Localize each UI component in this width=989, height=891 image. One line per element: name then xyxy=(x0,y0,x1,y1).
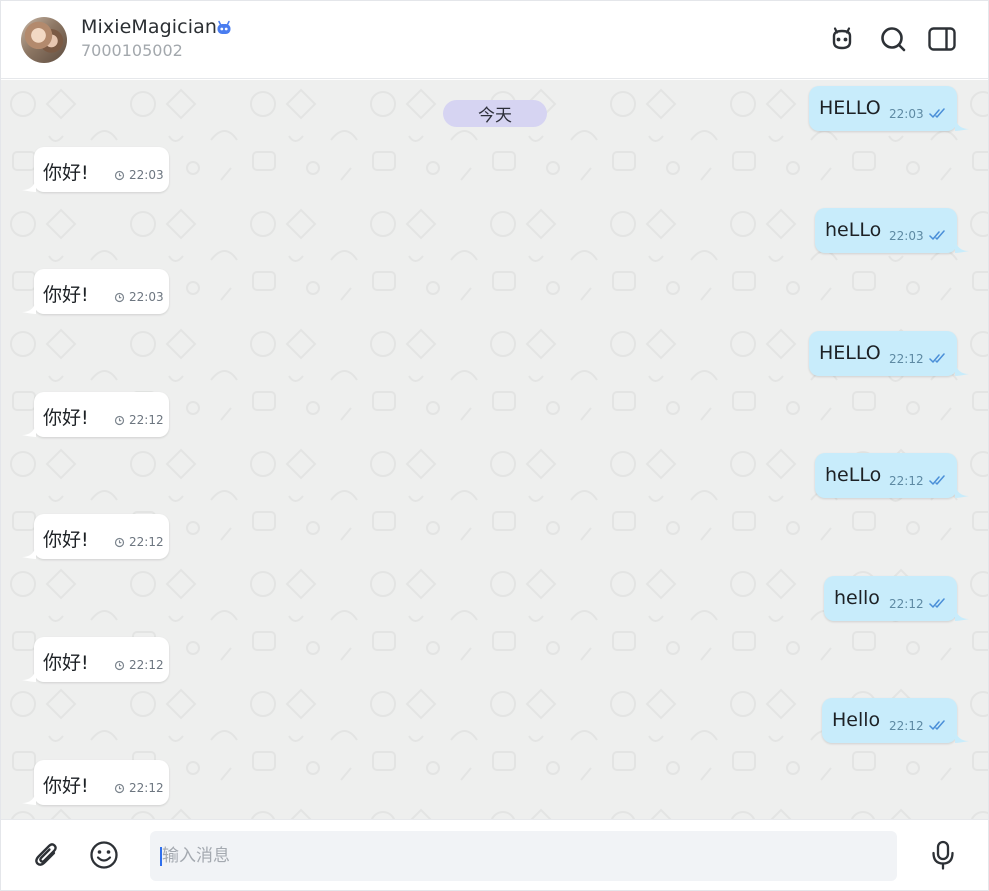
message-text: hello xyxy=(834,587,880,609)
robot-icon xyxy=(832,27,852,50)
double-check-icon xyxy=(929,475,945,485)
double-check-icon xyxy=(929,230,945,240)
message-text: HELLO xyxy=(819,342,881,364)
message-input[interactable] xyxy=(162,831,882,881)
avatar[interactable] xyxy=(21,17,67,63)
message-time: 22:12 xyxy=(889,352,924,366)
message-time: 22:12 xyxy=(129,535,164,549)
message-incoming[interactable]: 你好! 22:12 xyxy=(22,637,169,682)
message-incoming[interactable]: 你好! 22:12 xyxy=(22,392,169,437)
chat-window: MixieMagician 7000105002 今天 HELLO 22:03 … xyxy=(0,0,989,891)
message-time: 22:12 xyxy=(129,413,164,427)
message-text: 你好! xyxy=(43,529,89,551)
paperclip-icon xyxy=(35,843,57,866)
message-outgoing[interactable]: HELLO 22:12 xyxy=(809,331,969,376)
double-check-icon xyxy=(929,108,945,118)
side-panel-icon xyxy=(928,27,956,51)
double-check-icon xyxy=(929,720,945,730)
message-outgoing[interactable]: hello 22:12 xyxy=(824,576,969,621)
emoji-icon xyxy=(90,841,118,869)
robot-badge-icon xyxy=(215,19,233,37)
message-text: 你好! xyxy=(43,162,89,184)
message-incoming[interactable]: 你好! 22:12 xyxy=(22,760,169,805)
side-panel-button[interactable] xyxy=(926,23,958,55)
clock-icon xyxy=(114,783,125,794)
bubble-tail xyxy=(22,423,36,437)
message-text: 你好! xyxy=(43,775,89,797)
bubble-tail xyxy=(22,178,36,192)
message-incoming[interactable]: 你好! 22:03 xyxy=(22,269,169,314)
bubble-tail xyxy=(955,362,969,376)
message-text: heLLo xyxy=(825,464,882,486)
clock-icon xyxy=(114,415,125,426)
bubble-tail xyxy=(22,300,36,314)
attach-button[interactable] xyxy=(30,838,64,872)
message-incoming[interactable]: 你好! 22:03 xyxy=(22,147,169,192)
message-composer xyxy=(1,819,988,890)
bubble-tail xyxy=(22,791,36,805)
bubble-tail xyxy=(955,117,969,131)
message-outgoing[interactable]: HELLO 22:03 xyxy=(809,86,969,131)
message-outgoing[interactable]: Hello 22:12 xyxy=(822,698,969,743)
message-outgoing[interactable]: heLLo 22:12 xyxy=(815,453,969,498)
microphone-icon xyxy=(932,840,954,870)
message-time: 22:12 xyxy=(889,719,924,733)
message-text: 你好! xyxy=(43,407,89,429)
clock-icon xyxy=(114,660,125,671)
message-time: 22:12 xyxy=(889,474,924,488)
message-time: 22:12 xyxy=(129,781,164,795)
message-text: Hello xyxy=(832,709,881,731)
search-icon xyxy=(881,27,906,52)
message-time: 22:03 xyxy=(889,229,924,243)
message-outgoing[interactable]: heLLo 22:03 xyxy=(815,208,969,253)
message-time: 22:03 xyxy=(129,168,164,182)
contact-id: 7000105002 xyxy=(81,41,183,60)
emoji-button[interactable] xyxy=(87,838,121,872)
message-time: 22:03 xyxy=(129,290,164,304)
message-text: 你好! xyxy=(43,652,89,674)
message-time: 22:12 xyxy=(889,597,924,611)
message-time: 22:12 xyxy=(129,658,164,672)
clock-icon xyxy=(114,292,125,303)
message-incoming[interactable]: 你好! 22:12 xyxy=(22,514,169,559)
bubble-tail xyxy=(955,607,969,621)
bubble-tail xyxy=(955,484,969,498)
bot-button[interactable] xyxy=(826,23,858,55)
bubble-tail xyxy=(955,729,969,743)
message-list[interactable]: 今天 HELLO 22:03 你好! 22:03 heLLo 22:03 你好! xyxy=(1,80,988,819)
message-text: heLLo xyxy=(825,219,882,241)
double-check-icon xyxy=(929,353,945,363)
bubble-tail xyxy=(955,239,969,253)
voice-button[interactable] xyxy=(926,838,960,872)
clock-icon xyxy=(114,170,125,181)
message-input-box[interactable] xyxy=(150,831,897,881)
search-button[interactable] xyxy=(877,23,909,55)
contact-name[interactable]: MixieMagician xyxy=(81,16,217,38)
double-check-icon xyxy=(929,598,945,608)
message-text: HELLO xyxy=(819,97,881,119)
clock-icon xyxy=(114,537,125,548)
chat-header: MixieMagician 7000105002 xyxy=(1,1,988,79)
bubble-tail xyxy=(22,545,36,559)
message-time: 22:03 xyxy=(889,107,924,121)
message-text: 你好! xyxy=(43,284,89,306)
bubble-tail xyxy=(22,668,36,682)
date-separator: 今天 xyxy=(443,100,547,127)
